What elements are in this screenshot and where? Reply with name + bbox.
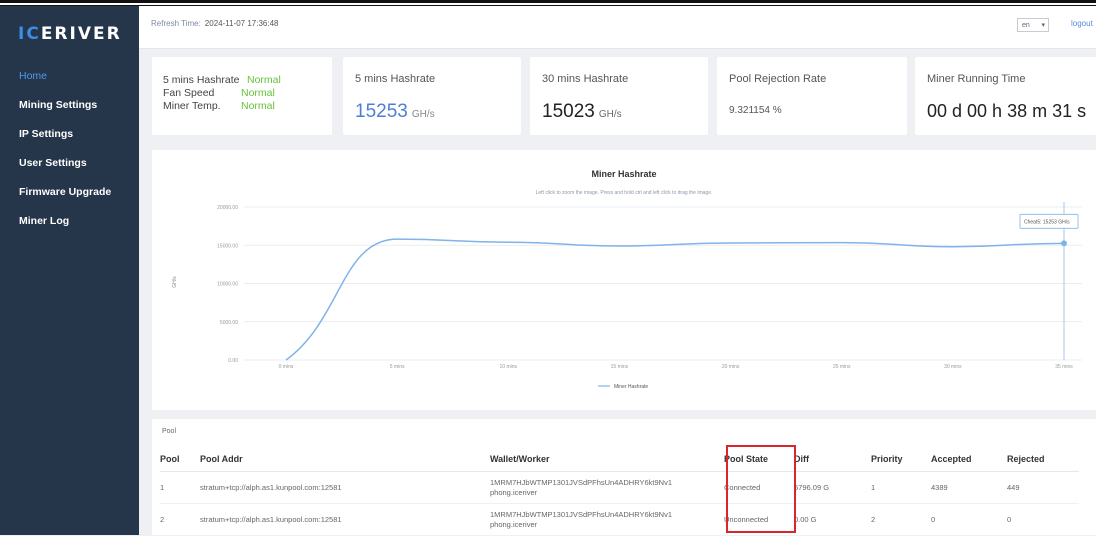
pool-table: Pool Pool Addr Wallet/Worker Pool State … (160, 446, 1079, 536)
legend-label: Miner Hashrate (614, 384, 648, 390)
refresh-time: Refresh Time: 2024-11-07 17:36:48 (151, 19, 279, 28)
series-line-miner-hashrate (286, 239, 1064, 360)
chevron-down-icon: ▾ (1041, 19, 1045, 33)
status-row-hashrate: 5 mins Hashrate Normal (163, 74, 281, 87)
sidebar-item-mining-settings[interactable]: Mining Settings (0, 91, 139, 120)
chart-subtitle: Left click to zoom the image. Press and … (536, 190, 713, 196)
status-label: 5 mins Hashrate (163, 74, 241, 87)
x-tick-label: 30 mins (944, 364, 962, 370)
pool-wallet: 1MRM7HJbWTMP1301JVSdPFhsUn4ADHRY6kt9Nv1 … (490, 504, 724, 536)
hashrate-5min-card: 5 mins Hashrate 15253GH/s (343, 57, 521, 135)
card-value: 15253GH/s (355, 101, 435, 123)
pool-state: Connected (724, 472, 794, 504)
pool-accepted: 4389 (931, 472, 1007, 504)
x-tick-label: 35 mins (1055, 364, 1073, 370)
pool-number: 1 (160, 472, 200, 504)
chart-legend[interactable]: Miner Hashrate (598, 384, 648, 390)
x-tick-label: 0 mins (279, 364, 294, 370)
x-tick-label: 15 mins (611, 364, 629, 370)
card-title: Miner Running Time (927, 73, 1025, 85)
col-pool-addr: Pool Addr (200, 446, 490, 472)
y-tick-label: 5000.00 (220, 320, 238, 326)
y-tick-label: 15000.00 (217, 243, 238, 249)
hashrate-30min-card: 30 mins Hashrate 15023GH/s (530, 57, 708, 135)
pool-rejected: 449 (1007, 472, 1079, 504)
y-axis-label: GH/s (172, 276, 178, 288)
col-rejected: Rejected (1007, 446, 1079, 472)
chart-title: Miner Hashrate (591, 169, 656, 179)
logout-link[interactable]: logout (1071, 19, 1093, 28)
pool-panel: Pool Pool Pool Addr Wallet/Worker Pool S… (152, 419, 1096, 535)
y-tick-label: 10000.00 (217, 282, 238, 288)
sidebar-item-ip-settings[interactable]: IP Settings (0, 120, 139, 149)
refresh-time-value: 2024-11-07 17:36:48 (205, 19, 279, 28)
pool-accepted: 0 (931, 504, 1007, 536)
pool-wallet: 1MRM7HJbWTMP1301JVSdPFhsUn4ADHRY6kt9Nv1 … (490, 472, 724, 504)
card-value: 9.321154 % (729, 105, 782, 116)
card-value: 15023GH/s (542, 101, 622, 123)
x-axis-ticks: 0 mins 5 mins 10 mins 15 mins 20 mins 25 mins… (279, 364, 1074, 370)
data-point (1061, 240, 1067, 246)
y-tick-label: 20000.00 (217, 205, 238, 211)
status-value: Normal (241, 87, 275, 99)
table-row: 2 stratum+tcp://alph.as1.kunpool.com:125… (160, 504, 1079, 536)
col-accepted: Accepted (931, 446, 1007, 472)
pool-table-header: Pool Pool Addr Wallet/Worker Pool State … (160, 446, 1079, 472)
card-title: 30 mins Hashrate (542, 73, 628, 85)
status-label: Miner Temp. (163, 100, 235, 113)
status-row-fan-speed: Fan Speed Normal (163, 87, 281, 100)
pool-caption: Pool (162, 428, 176, 435)
sidebar-item-home[interactable]: Home (0, 62, 139, 91)
series-points (286, 239, 1067, 360)
status-value: Normal (247, 74, 281, 86)
language-select[interactable]: en ▾ (1017, 18, 1049, 32)
pool-number: 2 (160, 504, 200, 536)
tooltip-text: Cheat5: 15253 GH/s (1024, 219, 1070, 225)
card-title: Pool Rejection Rate (729, 73, 826, 85)
col-diff: Diff (794, 446, 871, 472)
sidebar-nav: Home Mining Settings IP Settings User Se… (0, 62, 139, 236)
pool-priority: 1 (871, 472, 931, 504)
col-wallet-worker: Wallet/Worker (490, 446, 724, 472)
status-card: 5 mins HashrateNormal Fan SpeedNormal Mi… (152, 57, 332, 135)
x-tick-label: 20 mins (722, 364, 740, 370)
chart-grid (244, 207, 1082, 360)
col-priority: Priority (871, 446, 931, 472)
sidebar-item-user-settings[interactable]: User Settings (0, 149, 139, 178)
x-tick-label: 10 mins (500, 364, 518, 370)
pool-rejected: 0 (1007, 504, 1079, 536)
y-tick-label: 0.00 (228, 358, 238, 364)
sidebar-item-firmware-upgrade[interactable]: Firmware Upgrade (0, 178, 139, 207)
refresh-time-label: Refresh Time: (151, 19, 201, 28)
x-tick-label: 5 mins (390, 364, 405, 370)
language-value: en (1022, 22, 1030, 29)
running-time-card: Miner Running Time 00 d 00 h 38 m 31 s (915, 57, 1096, 135)
col-pool-state: Pool State (724, 446, 794, 472)
col-pool: Pool (160, 446, 200, 472)
hashrate-chart[interactable]: Miner Hashrate Left click to zoom the im… (152, 150, 1096, 410)
status-label: Fan Speed (163, 87, 235, 100)
y-axis-ticks: 20000.00 15000.00 10000.00 5000.00 0.00 (217, 205, 238, 364)
tooltip: Cheat5: 15253 GH/s (1020, 214, 1078, 228)
top-bar: Refresh Time: 2024-11-07 17:36:48 en ▾ log… (139, 6, 1096, 49)
hashrate-chart-panel[interactable]: Miner Hashrate Left click to zoom the im… (152, 150, 1096, 410)
x-tick-label: 25 mins (833, 364, 851, 370)
status-row-miner-temp: Miner Temp. Normal (163, 100, 281, 113)
pool-diff: 5796.09 G (794, 472, 871, 504)
pool-priority: 2 (871, 504, 931, 536)
card-value: 00 d 00 h 38 m 31 s (927, 101, 1086, 122)
card-title: 5 mins Hashrate (355, 73, 435, 85)
iceriver-logo[interactable]: ICERIVER (0, 6, 139, 62)
pool-state: Unconnected (724, 504, 794, 536)
pool-addr: stratum+tcp://alph.as1.kunpool.com:12581 (200, 504, 490, 536)
pool-addr: stratum+tcp://alph.as1.kunpool.com:12581 (200, 472, 490, 504)
pool-rejection-card: Pool Rejection Rate 9.321154 % (717, 57, 907, 135)
pool-diff: 0.00 G (794, 504, 871, 536)
table-row: 1 stratum+tcp://alph.as1.kunpool.com:125… (160, 472, 1079, 504)
status-value: Normal (241, 100, 275, 112)
sidebar-item-miner-log[interactable]: Miner Log (0, 207, 139, 236)
sidebar: ICERIVER Home Mining Settings IP Setting… (0, 6, 139, 535)
